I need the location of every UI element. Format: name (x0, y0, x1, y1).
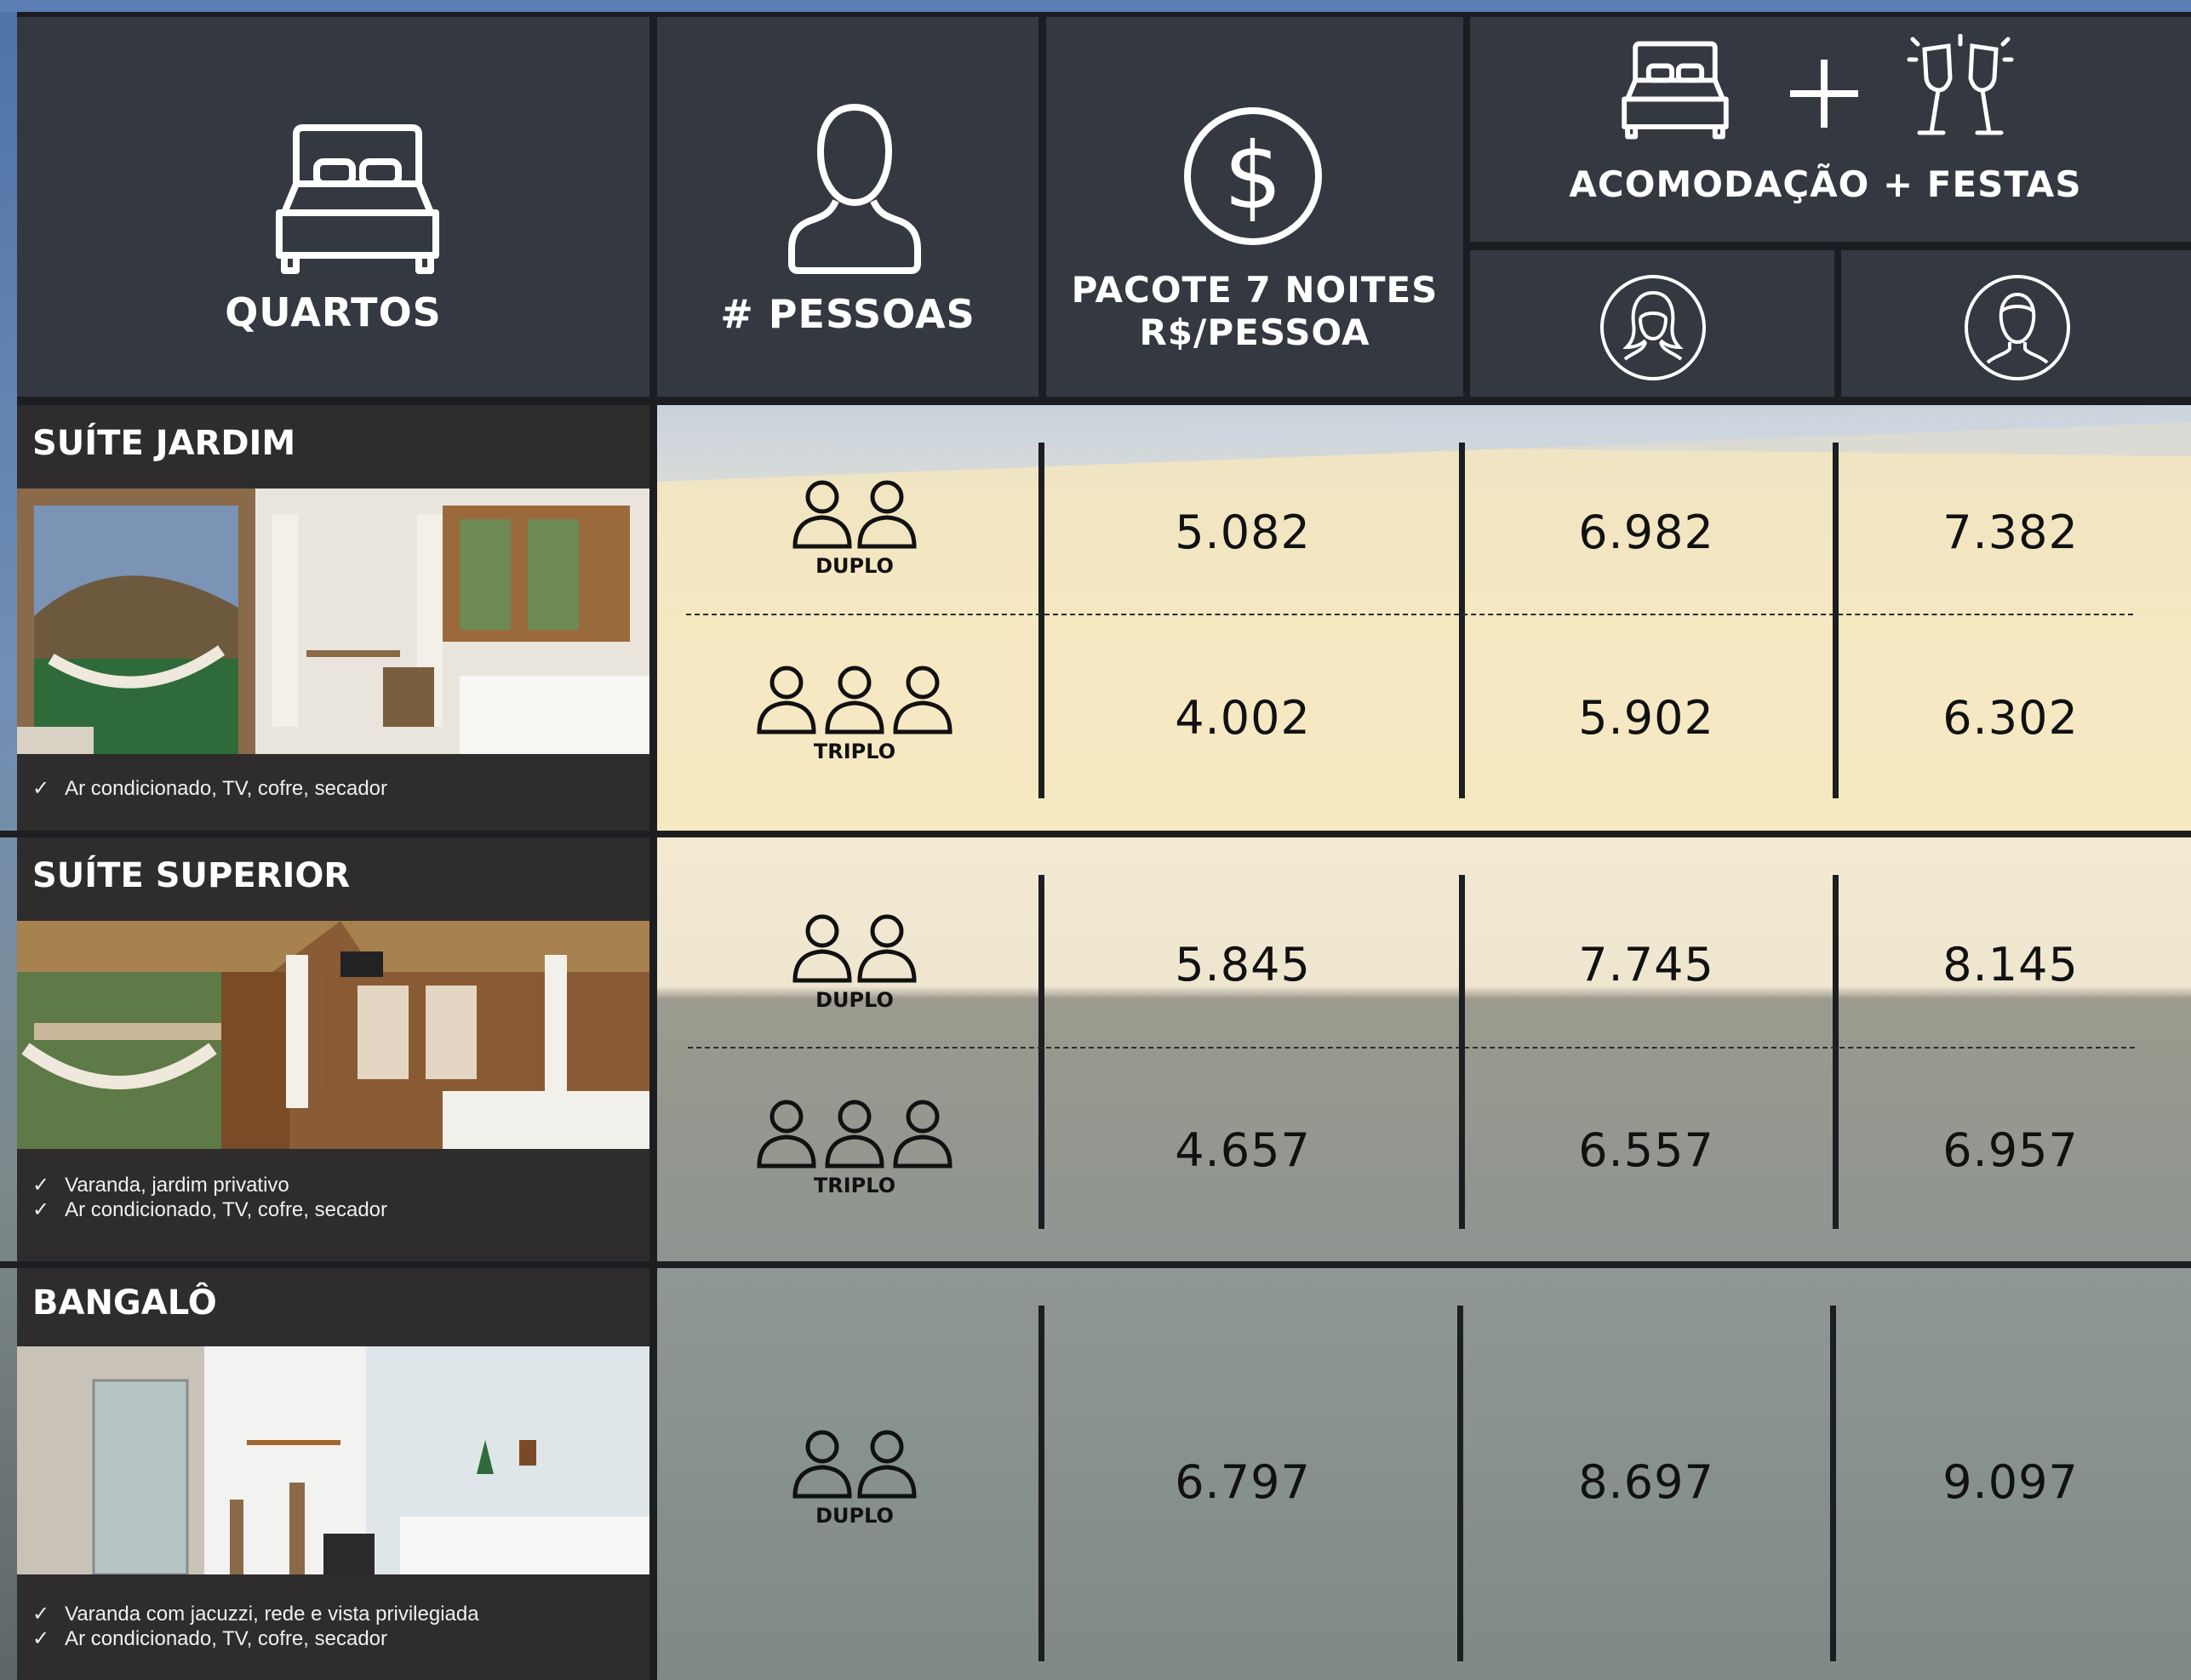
three-people-icon (757, 666, 952, 734)
check-icon: ✓ (32, 1603, 50, 1626)
occupancy-label: DUPLO (815, 1504, 894, 1528)
check-icon: ✓ (32, 1174, 50, 1197)
header-male-cell (1841, 250, 2191, 397)
header-festas: ACOMODAÇÃO + FESTAS (1470, 17, 2191, 242)
price-female: 6.982 (1578, 506, 1714, 559)
price-male: 6.302 (1942, 691, 2079, 745)
price-zone-suite-jardim (657, 405, 2191, 831)
column-divider (1457, 1306, 1463, 1661)
header-female-cell (1470, 250, 1834, 397)
price-zone-suite-superior (657, 837, 2191, 1263)
price-pacote: 6.797 (1175, 1455, 1311, 1509)
room-panel-suite-jardim: SUÍTE JARDIM ✓ Ar condicionado, TV, cofr… (17, 405, 649, 832)
header-pessoas-label: # PESSOAS (720, 291, 975, 337)
two-people-icon (792, 914, 917, 983)
price-female: 5.902 (1578, 691, 1714, 745)
header-pacote-line2: R$/PESSOA (1139, 311, 1370, 353)
room-photo (17, 1346, 649, 1576)
occupancy-duplo: DUPLO (727, 477, 982, 578)
row-dashed-divider (688, 1047, 2135, 1049)
room-feature: ✓ Varanda, jardim privativo (32, 1174, 289, 1197)
price-male: 9.097 (1942, 1455, 2079, 1509)
price-male: 6.957 (1942, 1123, 2079, 1177)
column-divider (1038, 443, 1044, 798)
row-separator (0, 831, 2191, 837)
female-icon (1599, 274, 1707, 381)
room-feature-list: ✓ Varanda, jardim privativo ✓ Ar condicion… (32, 1173, 387, 1222)
price-female: 6.557 (1578, 1123, 1714, 1177)
header-pacote-line1: PACOTE 7 NOITES (1071, 269, 1439, 311)
bed-icon (1620, 41, 1730, 140)
price-male: 7.382 (1942, 506, 2079, 559)
occupancy-triplo: TRIPLO (727, 1096, 982, 1197)
price-pacote: 5.082 (1175, 506, 1311, 559)
room-photo (17, 921, 649, 1149)
background-sky-edge (0, 0, 17, 1680)
price-pacote: 4.002 (1175, 691, 1311, 745)
bed-icon (272, 124, 443, 274)
occupancy-label: TRIPLO (813, 1174, 896, 1197)
room-feature-list: ✓ Varanda com jacuzzi, rede e vista privi… (32, 1602, 479, 1651)
header-quartos: QUARTOS (17, 17, 649, 397)
price-male: 8.145 (1942, 938, 2079, 991)
room-name: BANGALÔ (32, 1283, 217, 1323)
room-photo (17, 489, 649, 754)
column-divider (1459, 443, 1465, 798)
header-separator (17, 397, 2191, 405)
price-female: 8.697 (1578, 1455, 1714, 1509)
price-female: 7.745 (1578, 938, 1714, 991)
champagne-icon (1906, 34, 2015, 143)
occupancy-duplo: DUPLO (727, 1426, 982, 1528)
header-festas-label: ACOMODAÇÃO + FESTAS (1569, 163, 2082, 205)
row-separator (0, 1261, 2191, 1268)
male-icon (1964, 274, 2071, 381)
room-feature: ✓ Ar condicionado, TV, cofre, secador (32, 1198, 387, 1221)
two-people-icon (792, 480, 917, 549)
price-pacote: 4.657 (1175, 1123, 1311, 1177)
room-name: SUÍTE SUPERIOR (32, 856, 351, 895)
room-feature: ✓ Ar condicionado, TV, cofre, secador (32, 1627, 387, 1650)
room-feature-list: ✓ Ar condicionado, TV, cofre, secador (32, 776, 387, 801)
background-photo (657, 837, 2191, 1263)
occupancy-label: DUPLO (815, 988, 894, 1012)
column-separator (649, 397, 657, 1680)
room-name: SUÍTE JARDIM (32, 424, 296, 463)
occupancy-label: TRIPLO (813, 740, 896, 763)
person-icon (787, 102, 923, 276)
column-divider (1833, 875, 1839, 1229)
check-icon: ✓ (32, 1627, 50, 1650)
occupancy-duplo: DUPLO (727, 911, 982, 1012)
column-divider (1038, 875, 1044, 1229)
background-photo (657, 405, 2191, 831)
row-dashed-divider (686, 614, 2133, 615)
occupancy-label: DUPLO (815, 554, 894, 578)
room-panel-bangalo: BANGALÔ ✓ Varanda com jacuzzi, rede e vis… (17, 1268, 649, 1680)
room-panel-suite-superior: SUÍTE SUPERIOR ✓Varanda, jardim privati (17, 837, 649, 1263)
column-divider (1833, 443, 1839, 798)
check-icon: ✓ (32, 777, 50, 800)
column-divider (1459, 875, 1465, 1229)
svg-text:$: $ (1224, 123, 1283, 230)
column-divider (1038, 1306, 1044, 1661)
room-feature: ✓ Ar condicionado, TV, cofre, secador (32, 777, 387, 800)
three-people-icon (757, 1100, 952, 1169)
background-sky-top (0, 0, 2191, 12)
header-quartos-label: QUARTOS (225, 289, 442, 335)
dollar-icon: $ (1182, 106, 1324, 247)
header-pacote: $ PACOTE 7 NOITES R$/PESSOA (1046, 17, 1463, 397)
header-pessoas: # PESSOAS (657, 17, 1038, 397)
two-people-icon (792, 1430, 917, 1499)
price-pacote: 5.845 (1175, 938, 1311, 991)
check-icon: ✓ (32, 1198, 50, 1221)
room-feature: ✓ Varanda com jacuzzi, rede e vista privi… (32, 1603, 479, 1626)
plus-icon (1788, 58, 1860, 129)
column-divider (1830, 1306, 1836, 1661)
occupancy-triplo: TRIPLO (727, 662, 982, 763)
